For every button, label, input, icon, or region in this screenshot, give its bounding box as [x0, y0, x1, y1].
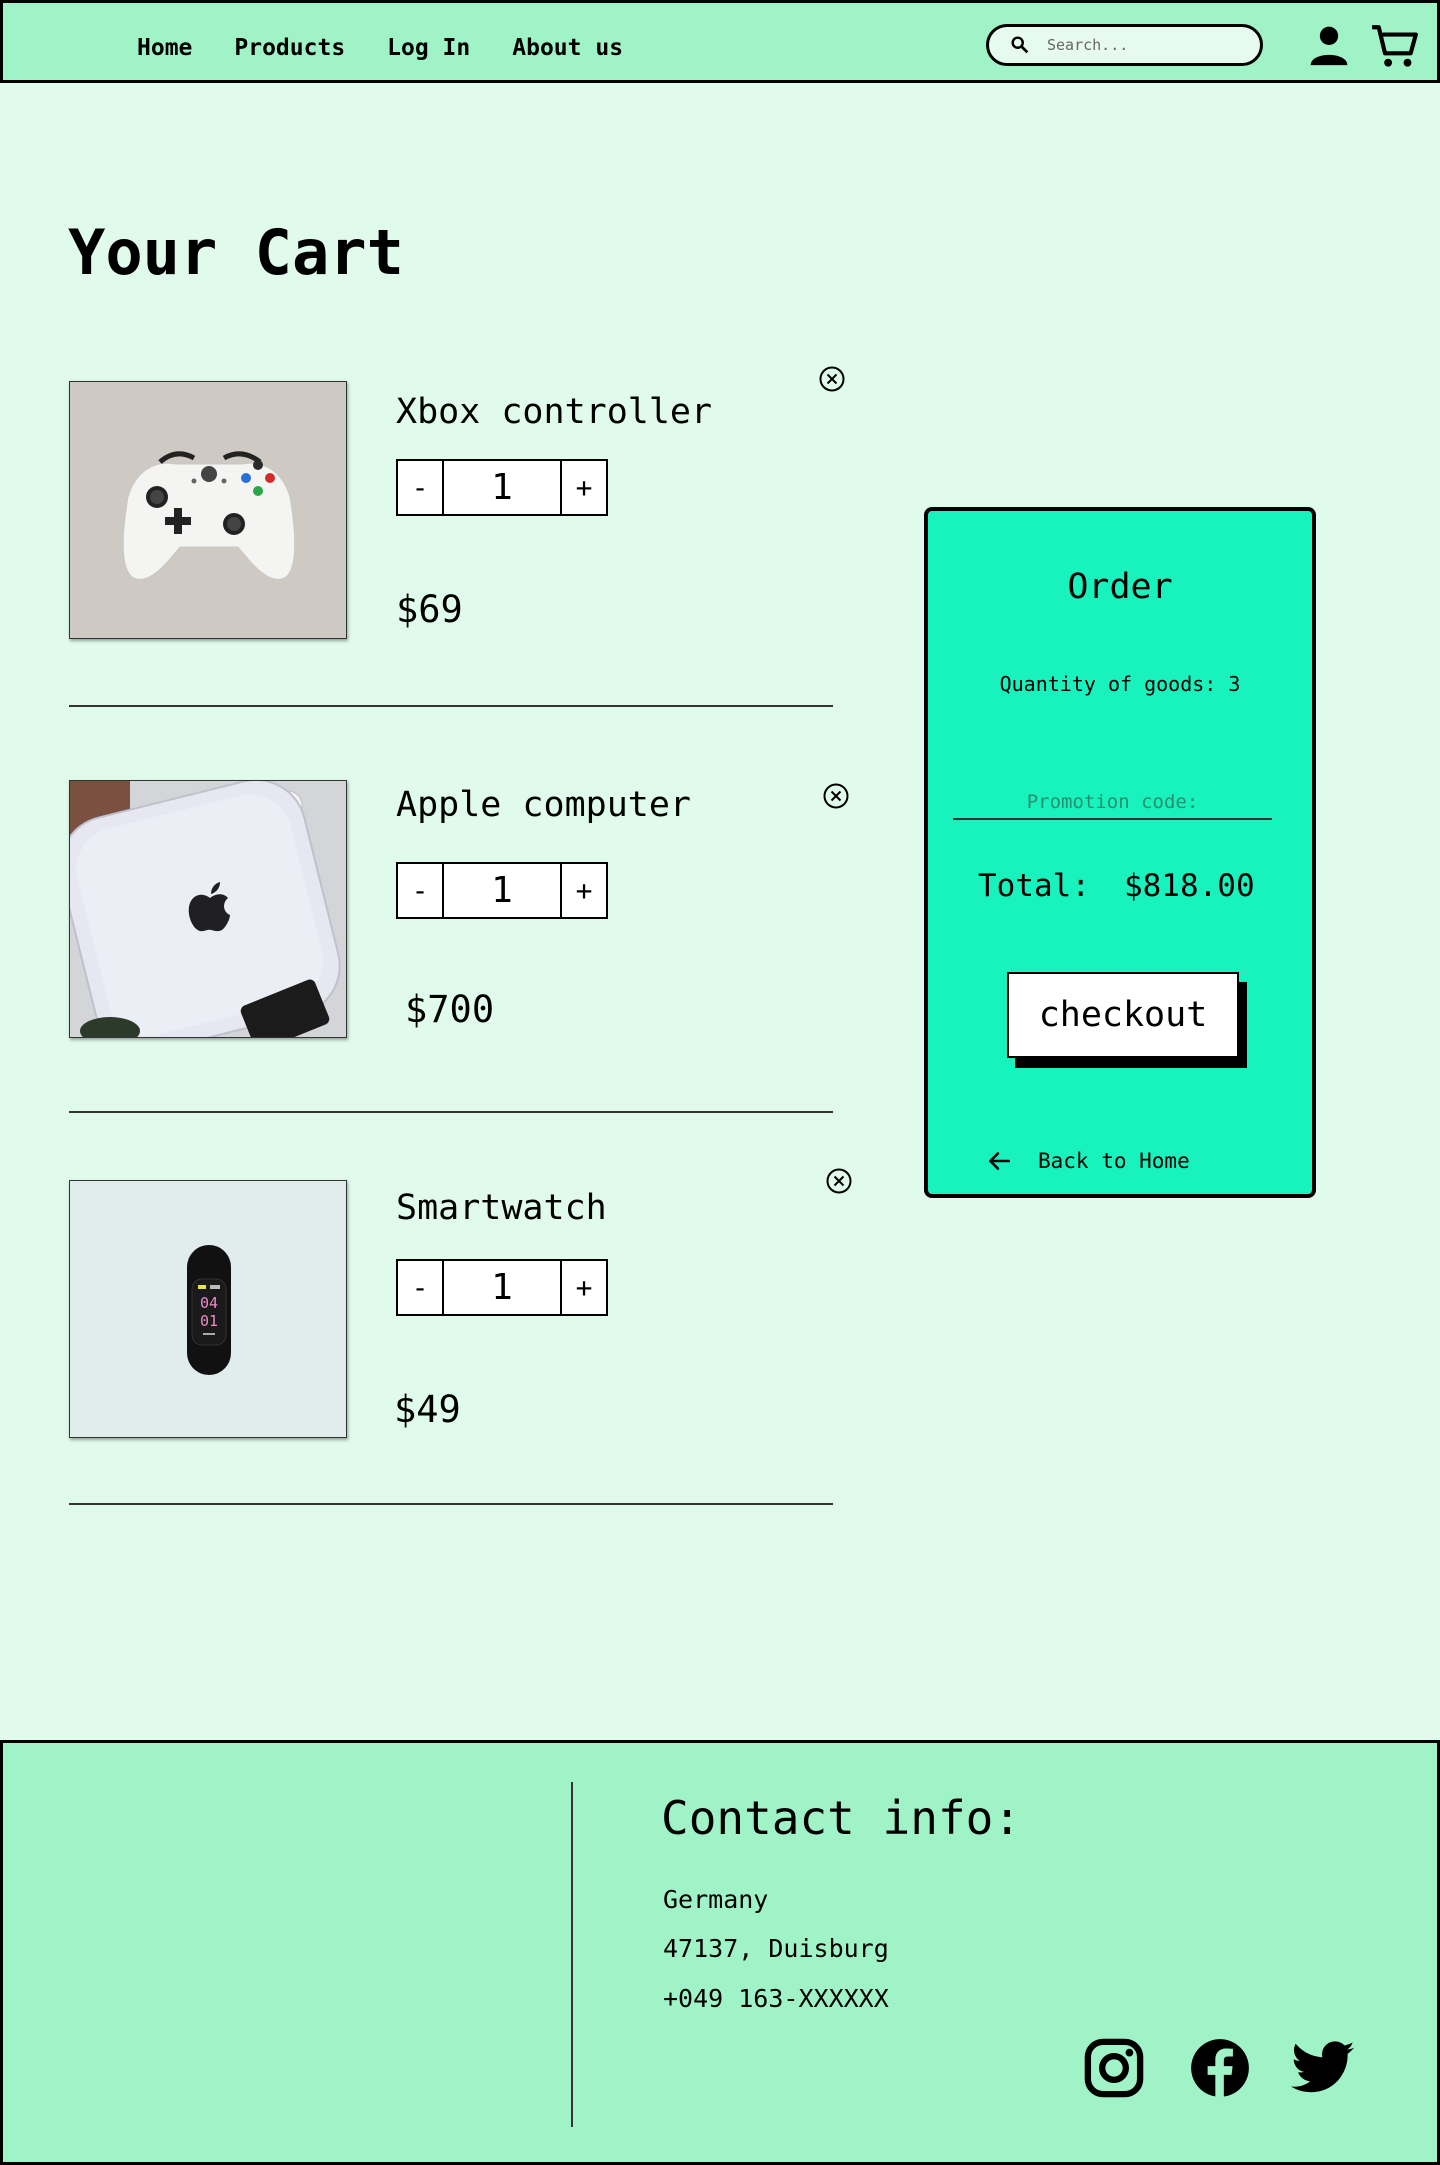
- cart-item: Apple computer - 1 + $700: [0, 780, 900, 1080]
- twitter-icon[interactable]: [1291, 2035, 1357, 2101]
- increment-button[interactable]: +: [560, 1259, 608, 1316]
- total-value: $818.00: [1123, 868, 1255, 904]
- search-icon[interactable]: [1009, 34, 1031, 56]
- smartwatch-image: 04 01: [69, 1180, 347, 1438]
- footer-divider: [571, 1782, 573, 2127]
- main-nav: Home Products Log In About us: [137, 35, 623, 61]
- contact-phone: +049 163-XXXXXX: [663, 1984, 889, 2013]
- remove-item-icon[interactable]: [818, 365, 846, 393]
- decrement-button[interactable]: -: [396, 1259, 444, 1316]
- item-name: Xbox controller: [396, 392, 713, 432]
- item-divider: [69, 705, 833, 707]
- cart-item: 04 01 Smartwatch - 1 + $49: [0, 1168, 900, 1480]
- contact-city: 47137, Duisburg: [663, 1934, 889, 1963]
- nav-products[interactable]: Products: [234, 35, 345, 61]
- order-title: Order: [1067, 567, 1173, 607]
- user-icon[interactable]: [1307, 23, 1351, 67]
- total-label: Total:: [978, 868, 1090, 904]
- site-header: Home Products Log In About us: [0, 0, 1440, 83]
- order-total: Total: $818.00: [978, 868, 1255, 904]
- decrement-button[interactable]: -: [396, 459, 444, 516]
- contact-title: Contact info:: [661, 1791, 1022, 1845]
- instagram-icon[interactable]: [1081, 2035, 1147, 2101]
- item-price: $49: [394, 1388, 461, 1431]
- back-to-home-link[interactable]: Back to Home: [986, 1148, 1190, 1174]
- svg-text:01: 01: [200, 1312, 218, 1330]
- quantity-stepper: - 1 +: [396, 459, 608, 516]
- increment-button[interactable]: +: [560, 459, 608, 516]
- quantity-value[interactable]: 1: [444, 1259, 560, 1316]
- nav-about[interactable]: About us: [512, 35, 623, 61]
- cart-icon[interactable]: [1370, 21, 1420, 71]
- contact-country: Germany: [663, 1885, 769, 1914]
- decrement-button[interactable]: -: [396, 862, 444, 919]
- xbox-controller-image: [69, 381, 347, 639]
- item-price: $700: [405, 988, 495, 1031]
- increment-button[interactable]: +: [560, 862, 608, 919]
- site-footer: Contact info: Germany 47137, Duisburg +0…: [0, 1740, 1440, 2165]
- item-name: Apple computer: [396, 785, 692, 825]
- item-divider: [69, 1111, 833, 1113]
- remove-item-icon[interactable]: [825, 1167, 853, 1195]
- item-divider: [69, 1503, 833, 1505]
- remove-item-icon[interactable]: [822, 782, 850, 810]
- quantity-value[interactable]: 1: [444, 862, 560, 919]
- item-name: Smartwatch: [396, 1188, 607, 1228]
- arrow-left-icon: [989, 1152, 1011, 1170]
- goods-quantity: Quantity of goods: 3: [999, 672, 1241, 696]
- apple-computer-image: [69, 780, 347, 1038]
- search-input[interactable]: [1047, 36, 1237, 54]
- nav-home[interactable]: Home: [137, 35, 192, 61]
- quantity-value[interactable]: 1: [444, 459, 560, 516]
- back-to-home-label: Back to Home: [1038, 1149, 1190, 1173]
- search-bar: [986, 24, 1263, 66]
- item-price: $69: [396, 588, 463, 631]
- checkout-container: checkout: [1007, 972, 1247, 1072]
- facebook-icon[interactable]: [1187, 2035, 1253, 2101]
- promo-code-input[interactable]: [953, 786, 1272, 820]
- order-summary: Order Quantity of goods: 3 Total: $818.00…: [924, 507, 1316, 1198]
- checkout-button[interactable]: checkout: [1007, 972, 1239, 1058]
- nav-login[interactable]: Log In: [387, 35, 470, 61]
- page-title: Your Cart: [68, 216, 404, 289]
- quantity-stepper: - 1 +: [396, 862, 608, 919]
- svg-text:04: 04: [200, 1294, 218, 1312]
- cart-item: Xbox controller - 1 + $69: [0, 365, 900, 665]
- quantity-stepper: - 1 +: [396, 1259, 608, 1316]
